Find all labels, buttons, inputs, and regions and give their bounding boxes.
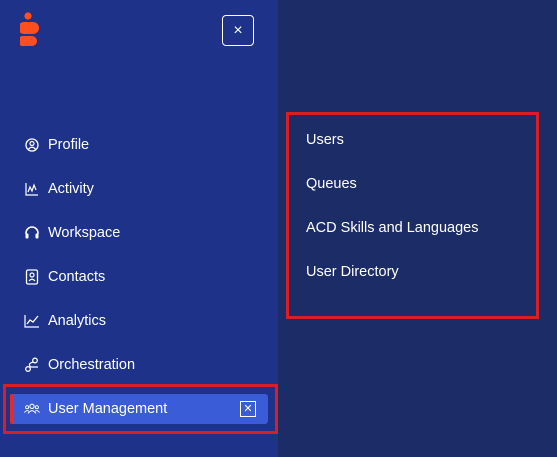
nav-item-label: Workspace (48, 225, 121, 241)
analytics-icon (24, 313, 40, 329)
highlight-frame-submenu (286, 112, 539, 319)
headset-icon (24, 225, 40, 241)
profile-icon (24, 137, 40, 153)
nav-item-analytics[interactable]: Analytics (10, 306, 268, 336)
contacts-icon (24, 269, 40, 285)
nav-item-label: Activity (48, 181, 94, 197)
highlight-frame-nav (3, 384, 278, 434)
nav-item-label: Orchestration (48, 357, 136, 373)
nav-item-profile[interactable]: Profile (10, 130, 268, 160)
nav-item-orchestration[interactable]: Orchestration (10, 350, 268, 380)
activity-icon (24, 181, 40, 197)
close-menu-button[interactable]: × (222, 15, 254, 46)
nav-item-workspace[interactable]: Workspace (10, 218, 268, 248)
genesys-logo-icon (20, 12, 39, 47)
nav-item-label: Contacts (48, 269, 106, 285)
orchestration-icon (24, 357, 40, 373)
nav-item-activity[interactable]: Activity (10, 174, 268, 204)
sidebar: × Profile Activity Workspace Contacts An… (0, 0, 278, 457)
nav-item-label: Profile (48, 137, 90, 153)
nav-item-label: Analytics (48, 313, 107, 329)
nav-item-contacts[interactable]: Contacts (10, 262, 268, 292)
